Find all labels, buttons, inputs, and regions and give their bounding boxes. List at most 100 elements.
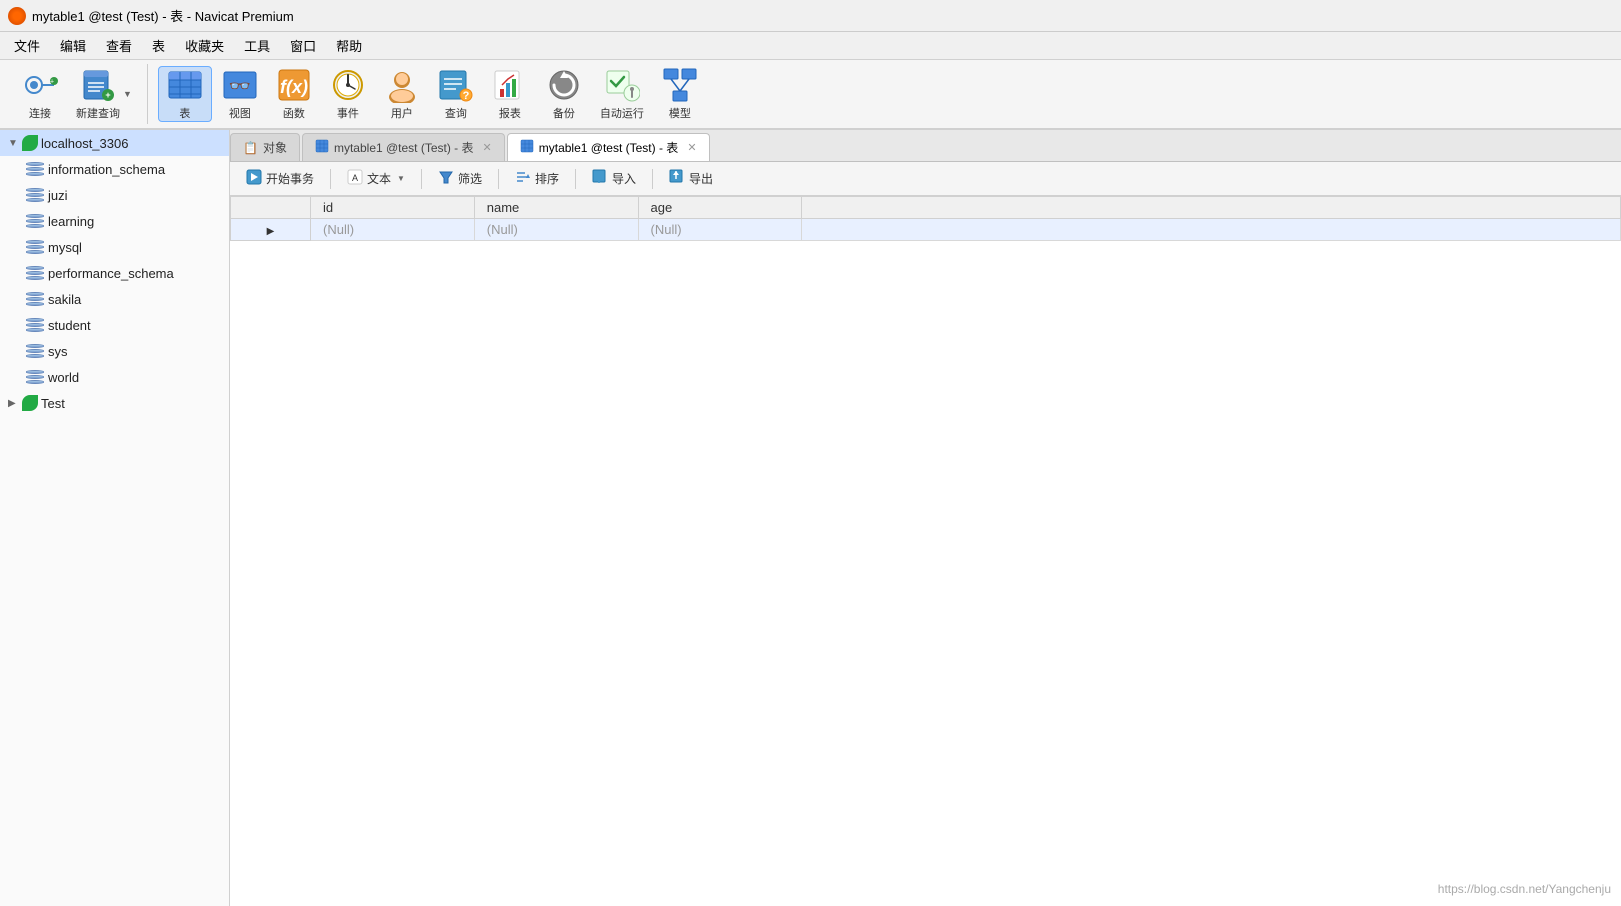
db-name-information_schema: information_schema <box>48 162 165 177</box>
db-stack-icon-juzi <box>26 188 44 202</box>
tab-object-label: 对象 <box>263 139 287 156</box>
db-stack-icon-student <box>26 318 44 332</box>
th-name: name <box>474 197 638 219</box>
query-button[interactable]: ? 查询 <box>430 66 482 122</box>
sidebar-item-db-world[interactable]: world <box>0 364 229 390</box>
svg-text:f(x): f(x) <box>280 77 308 97</box>
sort-label: 排序 <box>535 170 559 187</box>
sort-button[interactable]: 排序 <box>507 166 567 191</box>
menu-item-帮助[interactable]: 帮助 <box>326 33 372 58</box>
menu-bar: 文件编辑查看表收藏夹工具窗口帮助 <box>0 32 1621 60</box>
sidebar-item-db-information_schema[interactable]: information_schema <box>0 156 229 182</box>
sidebar-item-localhost[interactable]: ▼ localhost_3306 <box>0 130 229 156</box>
table-row[interactable]: ▶ (Null) (Null) (Null) <box>231 219 1621 241</box>
sidebar-item-db-sakila[interactable]: sakila <box>0 286 229 312</box>
data-grid: id name age ▶ (Null) (Null) (Null) <box>230 196 1621 906</box>
sidebar-item-db-mysql[interactable]: mysql <box>0 234 229 260</box>
tab-design-icon <box>315 139 329 156</box>
title-bar: mytable1 @test (Test) - 表 - Navicat Prem… <box>0 0 1621 32</box>
db-name-student: student <box>48 318 91 333</box>
text-button[interactable]: A 文本 ▼ <box>339 166 413 191</box>
toolbar-group-connection: + 连接 + 新建查询 <box>8 64 148 124</box>
backup-button[interactable]: 备份 <box>538 66 590 122</box>
cell-id[interactable]: (Null) <box>311 219 475 241</box>
tab-bar: 📋 对象 mytable1 @test (Test) - 表 ✕ <box>230 130 1621 162</box>
sep5 <box>652 169 653 189</box>
connect-button[interactable]: + 连接 <box>14 66 66 122</box>
export-button[interactable]: 导出 <box>661 166 721 191</box>
db-stack-icon-performance <box>26 266 44 280</box>
filter-button[interactable]: 筛选 <box>430 166 490 191</box>
sidebar-item-db-juzi[interactable]: juzi <box>0 182 229 208</box>
sep3 <box>498 169 499 189</box>
new-query-icon: + <box>80 67 116 103</box>
menu-item-编辑[interactable]: 编辑 <box>50 33 96 58</box>
th-age: age <box>638 197 802 219</box>
svg-text:👓: 👓 <box>229 76 251 96</box>
report-button[interactable]: 报表 <box>484 66 536 122</box>
main-area: ▼ localhost_3306 information_schema juzi… <box>0 130 1621 906</box>
cell-name[interactable]: (Null) <box>474 219 638 241</box>
menu-item-收藏夹[interactable]: 收藏夹 <box>175 33 234 58</box>
connect-label: 连接 <box>29 105 51 121</box>
cell-extra <box>802 219 1621 241</box>
db-name-sys: sys <box>48 344 68 359</box>
table-button[interactable]: 表 <box>158 66 212 122</box>
function-label: 函数 <box>283 105 305 121</box>
sort-icon <box>515 169 531 188</box>
sidebar-item-db-learning[interactable]: learning <box>0 208 229 234</box>
menu-item-表[interactable]: 表 <box>142 33 175 58</box>
tab-object[interactable]: 📋 对象 <box>230 133 300 161</box>
backup-label: 备份 <box>553 105 575 121</box>
text-label: 文本 <box>367 170 391 187</box>
title-text: mytable1 @test (Test) - 表 - Navicat Prem… <box>32 6 294 25</box>
menu-item-文件[interactable]: 文件 <box>4 33 50 58</box>
sidebar-item-db-performance_schema[interactable]: performance_schema <box>0 260 229 286</box>
tab-table-design[interactable]: mytable1 @test (Test) - 表 ✕ <box>302 133 505 161</box>
view-icon: 👓 <box>222 67 258 103</box>
tab-data-close[interactable]: ✕ <box>687 141 696 154</box>
report-label: 报表 <box>499 105 521 121</box>
db-stack-icon-learning <box>26 214 44 228</box>
model-button[interactable]: 模型 <box>654 66 706 122</box>
sidebar-item-db-sys[interactable]: sys <box>0 338 229 364</box>
text-dropdown-arrow[interactable]: ▼ <box>397 174 405 183</box>
view-label: 视图 <box>229 105 251 121</box>
tab-design-label: mytable1 @test (Test) - 表 <box>334 139 474 156</box>
event-button[interactable]: 事件 <box>322 66 374 122</box>
sidebar-item-db-student[interactable]: student <box>0 312 229 338</box>
tab-data-label: mytable1 @test (Test) - 表 <box>539 139 679 156</box>
user-button[interactable]: 用户 <box>376 66 428 122</box>
function-button[interactable]: f(x) 函数 <box>268 66 320 122</box>
th-rownum <box>231 197 311 219</box>
localhost-label: localhost_3306 <box>41 136 128 151</box>
menu-item-查看[interactable]: 查看 <box>96 33 142 58</box>
sidebar-item-test[interactable]: ▶ Test <box>0 390 229 416</box>
table-header-row: id name age <box>231 197 1621 219</box>
new-query-button[interactable]: + 新建查询 ▼ <box>68 66 141 122</box>
menu-item-工具[interactable]: 工具 <box>234 33 280 58</box>
user-icon <box>384 67 420 103</box>
cell-age[interactable]: (Null) <box>638 219 802 241</box>
db-stack-icon-sys <box>26 344 44 358</box>
new-query-arrow[interactable]: ▼ <box>122 89 133 99</box>
start-transaction-icon <box>246 169 262 188</box>
data-table: id name age ▶ (Null) (Null) (Null) <box>230 196 1621 241</box>
autorun-icon <box>604 67 640 103</box>
user-label: 用户 <box>391 105 413 121</box>
row-arrow-icon: ▶ <box>265 226 277 237</box>
autorun-button[interactable]: 自动运行 <box>592 66 652 122</box>
view-button[interactable]: 👓 视图 <box>214 66 266 122</box>
import-button[interactable]: 导入 <box>584 166 644 191</box>
autorun-label: 自动运行 <box>600 105 644 121</box>
db-stack-icon-sakila <box>26 292 44 306</box>
export-label: 导出 <box>689 170 713 187</box>
start-transaction-button[interactable]: 开始事务 <box>238 166 322 191</box>
tab-table-data[interactable]: mytable1 @test (Test) - 表 ✕ <box>507 133 710 161</box>
menu-item-窗口[interactable]: 窗口 <box>280 33 326 58</box>
th-id: id <box>311 197 475 219</box>
toolbar: + 连接 + 新建查询 <box>0 60 1621 130</box>
sep2 <box>421 169 422 189</box>
db-name-performance_schema: performance_schema <box>48 266 174 281</box>
tab-design-close[interactable]: ✕ <box>483 141 492 154</box>
